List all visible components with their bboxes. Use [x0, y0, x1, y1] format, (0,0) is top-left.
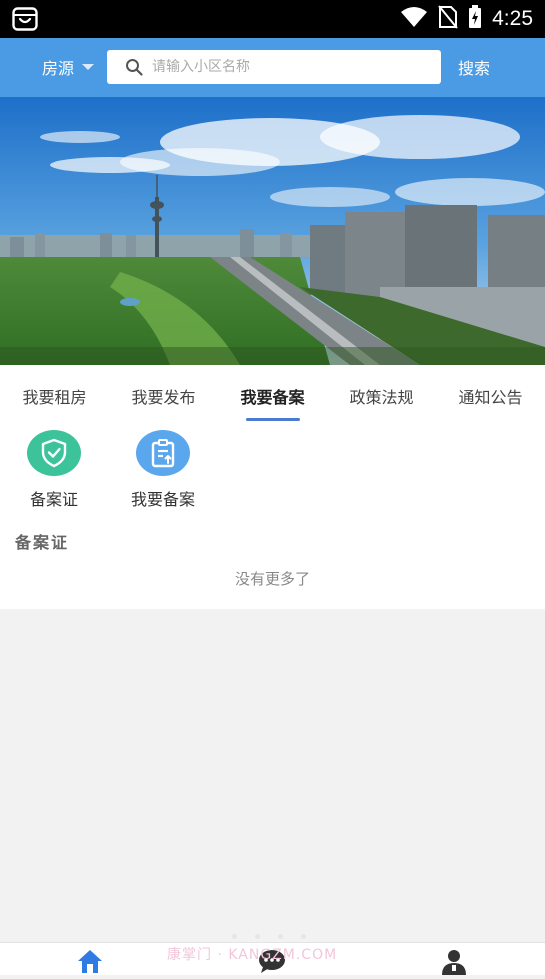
register-label: 我要备案: [130, 490, 195, 509]
page-dot: [232, 934, 237, 939]
page-indicator: [232, 934, 306, 939]
register-button[interactable]: 我要备案: [113, 430, 213, 510]
search-input[interactable]: [152, 59, 422, 75]
tab-register[interactable]: 我要备案: [218, 365, 327, 421]
search-icon: [125, 58, 143, 76]
wifi-icon: [400, 6, 428, 32]
city-skyline-image: [0, 97, 545, 365]
banner-image[interactable]: [0, 97, 545, 365]
top-bar: 房源 搜索: [0, 38, 545, 97]
watermark-text: 康掌门 · KANGZM.COM: [167, 947, 338, 963]
caret-down-icon: [82, 64, 95, 70]
certificate-label: 备案证: [29, 490, 78, 509]
user-icon: [441, 949, 467, 979]
home-icon: [77, 949, 103, 977]
search-button[interactable]: 搜索: [458, 55, 490, 79]
tab-publish[interactable]: 我要发布: [109, 365, 218, 421]
no-sim-icon: [438, 5, 458, 33]
tab-content: 备案证 我要备案 备案证 没有更多了: [0, 421, 545, 609]
shield-check-icon: [27, 430, 81, 476]
city-label: 房源: [42, 59, 75, 78]
page-dot: [255, 934, 260, 939]
city-selector[interactable]: 房源: [42, 55, 95, 79]
tab-notice[interactable]: 通知公告: [436, 365, 545, 421]
nav-home[interactable]: [70, 949, 110, 975]
empty-state-text: 没有更多了: [234, 570, 310, 588]
section-title: 备案证: [15, 533, 70, 552]
certificate-button[interactable]: 备案证: [4, 430, 104, 510]
category-tabs: 我要租房 我要发布 我要备案 政策法规 通知公告: [0, 365, 545, 421]
search-box[interactable]: [107, 50, 441, 84]
shopping-bag-icon: [12, 7, 38, 35]
nav-profile[interactable]: [434, 949, 474, 975]
status-time: 4:25: [492, 7, 533, 30]
tab-policy[interactable]: 政策法规: [327, 365, 436, 421]
tab-rent[interactable]: 我要租房: [0, 365, 109, 421]
battery-charging-icon: [468, 5, 482, 33]
page-dot: [278, 934, 283, 939]
status-bar: 4:25: [0, 0, 545, 38]
clipboard-upload-icon: [136, 430, 190, 476]
page-dot: [301, 934, 306, 939]
